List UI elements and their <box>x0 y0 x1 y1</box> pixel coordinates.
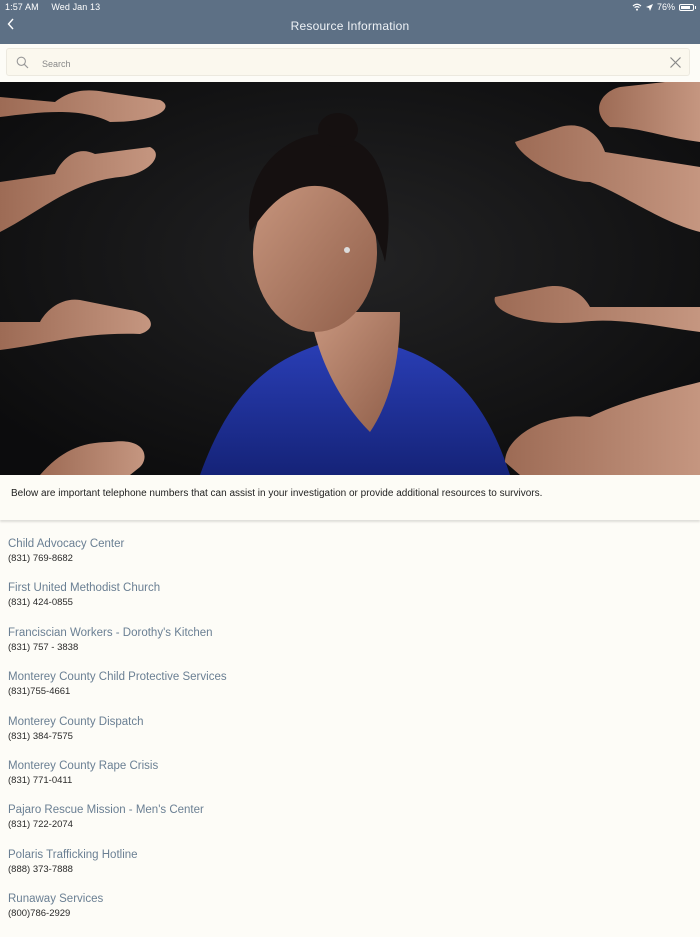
location-arrow-icon <box>645 3 653 11</box>
status-bar-left: 1:57 AM Wed Jan 13 <box>5 2 110 12</box>
status-bar-right: 76% <box>632 2 696 12</box>
list-item[interactable]: Monterey County Dispatch (831) 384-7575 <box>8 715 688 759</box>
resource-name[interactable]: Runaway Services <box>8 892 688 906</box>
wifi-icon <box>632 3 642 11</box>
resource-name[interactable]: Monterey County Rape Crisis <box>8 759 688 773</box>
list-item[interactable]: First United Methodist Church (831) 424-… <box>8 581 688 625</box>
resource-name[interactable]: Franciscian Workers - Dorothy's Kitchen <box>8 626 688 640</box>
intro-text: Below are important telephone numbers th… <box>11 488 543 499</box>
resource-name[interactable]: Monterey County Child Protective Service… <box>8 670 688 684</box>
battery-icon <box>679 3 696 11</box>
resource-name[interactable]: Child Advocacy Center <box>8 537 688 551</box>
list-item[interactable]: Monterey County Child Protective Service… <box>8 670 688 714</box>
resource-phone: (831) 424-0855 <box>8 597 73 609</box>
navigation-bar: 1:57 AM Wed Jan 13 76% Resource Informat… <box>0 0 700 44</box>
hero-photo-illustration <box>0 82 700 475</box>
resource-name[interactable]: Pajaro Rescue Mission - Men's Center <box>8 803 688 817</box>
search-input[interactable] <box>40 53 644 75</box>
resource-phone: (831) 722-2074 <box>8 819 73 831</box>
close-icon[interactable] <box>669 56 682 69</box>
status-date: Wed Jan 13 <box>51 2 101 12</box>
intro-card: Below are important telephone numbers th… <box>0 475 700 520</box>
resource-name[interactable]: Monterey County Dispatch <box>8 715 688 729</box>
resource-list: Child Advocacy Center (831) 769-8682 Fir… <box>8 537 688 937</box>
list-item[interactable]: Franciscian Workers - Dorothy's Kitchen … <box>8 626 688 670</box>
resource-phone: (831) 757 - 3838 <box>8 641 79 653</box>
resource-name[interactable]: Polaris Trafficking Hotline <box>8 848 688 862</box>
list-item[interactable]: Runaway Services (800)786-2929 <box>8 892 688 936</box>
list-item[interactable]: Monterey County Rape Crisis (831) 771-04… <box>8 759 688 803</box>
battery-percent: 76% <box>656 2 675 12</box>
status-time: 1:57 AM <box>5 2 39 12</box>
search-icon <box>16 56 29 69</box>
resource-phone: (888) 373-7888 <box>8 863 73 875</box>
resource-phone: (831) 769-8682 <box>8 553 73 564</box>
resource-phone: (831) 771-0411 <box>8 774 73 786</box>
resource-name[interactable]: First United Methodist Church <box>8 581 688 595</box>
list-item[interactable]: Polaris Trafficking Hotline (888) 373-78… <box>8 848 688 892</box>
list-item[interactable]: Child Advocacy Center (831) 769-8682 <box>8 537 688 581</box>
resource-phone: (831)755-4661 <box>8 686 71 698</box>
list-item[interactable]: Pajaro Rescue Mission - Men's Center (83… <box>8 803 688 847</box>
resource-phone: (800)786-2929 <box>8 908 71 920</box>
search-bar[interactable] <box>6 48 690 76</box>
hero-image <box>0 82 700 475</box>
resource-phone: (831) 384-7575 <box>8 730 73 742</box>
page-title: Resource Information <box>290 19 410 33</box>
